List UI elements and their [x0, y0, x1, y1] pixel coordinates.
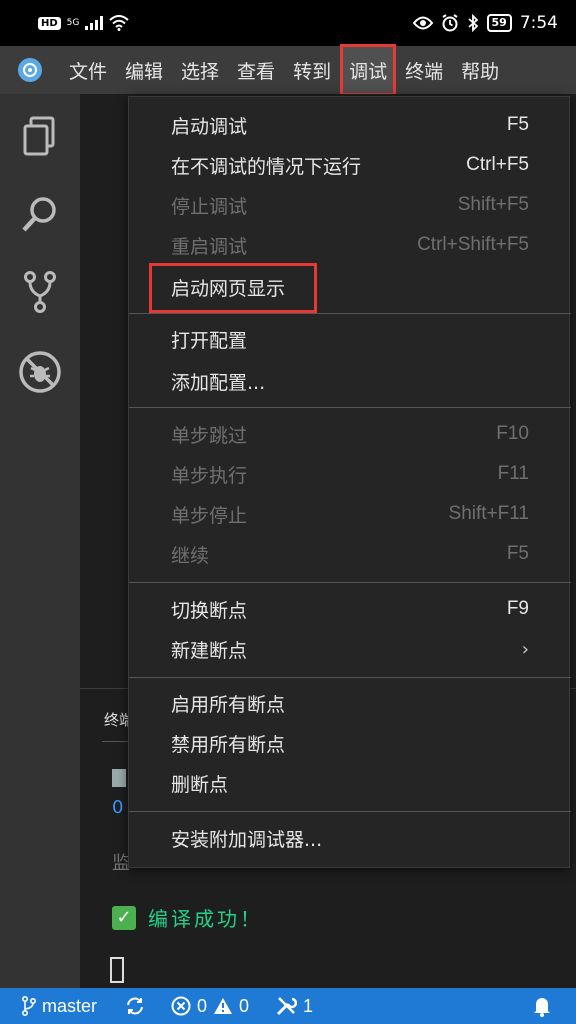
terminal-success-line: ✓ 编译成功！ — [112, 903, 263, 932]
menu-file[interactable]: 文件 — [60, 46, 116, 94]
tools-icon — [276, 997, 298, 1016]
error-icon — [171, 996, 191, 1016]
menu-selection[interactable]: 选择 — [172, 46, 228, 94]
network-type: 5G — [66, 17, 80, 28]
menu-debug[interactable]: 调试 — [340, 44, 397, 96]
menu-item-add-configuration[interactable]: 添加配置... — [129, 361, 571, 401]
menubar: 文件 编辑 选择 查看 转到 调试 终端 帮助 — [0, 44, 576, 96]
warning-count: 0 — [239, 995, 250, 1016]
menu-separator — [129, 313, 571, 314]
menu-item-start-debugging[interactable]: 启动调试 F5 — [129, 105, 571, 145]
debug-dropdown-menu: 启动调试 F5 在不调试的情况下运行 Ctrl+F5 停止调试 Shift+F5… — [128, 96, 571, 868]
menu-item-disable-all-breakpoints[interactable]: 禁用所有断点 — [129, 723, 571, 763]
problems-indicator[interactable]: 0 0 — [171, 996, 249, 1017]
menu-item-run-without-debugging[interactable]: 在不调试的情况下运行 Ctrl+F5 — [129, 145, 571, 185]
menu-item-remove-breakpoints[interactable]: 删断点 — [129, 763, 571, 803]
menu-separator — [129, 407, 571, 408]
menu-separator — [129, 677, 571, 678]
menu-item-install-debuggers[interactable]: 安装附加调试器... — [129, 818, 571, 858]
check-mark-icon: ✓ — [112, 905, 136, 930]
menu-item-continue[interactable]: 继续 F5 — [129, 534, 571, 574]
git-branch-icon — [22, 996, 36, 1016]
hd-badge: HD — [38, 16, 61, 30]
tools-indicator[interactable]: 1 — [275, 995, 313, 1017]
signal-icon — [85, 16, 104, 30]
tools-count: 1 — [303, 995, 314, 1016]
menu-item-step-into[interactable]: 单步执行 F11 — [129, 454, 571, 494]
activity-bar — [0, 94, 80, 988]
branch-indicator[interactable]: master — [22, 996, 97, 1017]
terminal-cursor — [110, 957, 124, 983]
menu-edit[interactable]: 编辑 — [116, 46, 172, 94]
menu-item-enable-all-breakpoints[interactable]: 启用所有断点 — [129, 683, 571, 723]
bell-icon — [534, 998, 550, 1017]
warning-icon — [214, 998, 233, 1014]
sync-button[interactable] — [125, 996, 145, 1016]
menu-separator — [129, 811, 571, 812]
menu-view[interactable]: 查看 — [228, 46, 284, 94]
sync-icon — [127, 997, 144, 1015]
annotation-highlight-box — [149, 263, 317, 313]
ide-status-bar: master 0 0 1 — [0, 988, 576, 1024]
menu-item-new-breakpoint[interactable]: 新建断点 › — [129, 629, 571, 669]
search-icon[interactable] — [16, 190, 64, 238]
branch-name: master — [42, 995, 98, 1016]
menu-help[interactable]: 帮助 — [452, 46, 508, 94]
alarm-icon — [441, 14, 458, 32]
menu-item-step-out[interactable]: 单步停止 Shift+F11 — [129, 494, 571, 534]
menu-item-toggle-breakpoint[interactable]: 切换断点 F9 — [129, 589, 571, 629]
menu-separator — [129, 582, 571, 583]
status-left: HD 5G — [38, 15, 130, 31]
menu-item-stop-debugging[interactable]: 停止调试 Shift+F5 — [129, 185, 571, 225]
system-status-bar: HD 5G 59 7:54 — [0, 0, 576, 46]
notifications-button[interactable] — [532, 995, 552, 1017]
app-logo-icon[interactable] — [0, 46, 60, 94]
wifi-icon — [109, 15, 130, 31]
battery-icon: 59 — [486, 14, 512, 32]
menu-goto[interactable]: 转到 — [284, 46, 340, 94]
debug-icon[interactable] — [16, 348, 64, 396]
menu-item-restart-debugging[interactable]: 重启调试 Ctrl+Shift+F5 — [129, 225, 571, 265]
source-control-icon[interactable] — [16, 268, 64, 316]
success-message: 编译成功！ — [148, 907, 263, 931]
menu-terminal[interactable]: 终端 — [396, 46, 452, 94]
chevron-right-icon: › — [521, 638, 529, 660]
eye-icon — [412, 16, 433, 30]
explorer-icon[interactable] — [16, 112, 64, 160]
terminal-block-glyph — [112, 769, 126, 787]
error-count: 0 — [197, 995, 208, 1016]
clock: 7:54 — [519, 13, 558, 33]
terminal-output-line: 0 — [112, 797, 124, 818]
menu-item-open-configuration[interactable]: 打开配置 — [129, 319, 571, 359]
status-right: 59 7:54 — [412, 13, 558, 33]
bluetooth-icon — [467, 14, 478, 32]
menu-item-step-over[interactable]: 单步跳过 F10 — [129, 414, 571, 454]
